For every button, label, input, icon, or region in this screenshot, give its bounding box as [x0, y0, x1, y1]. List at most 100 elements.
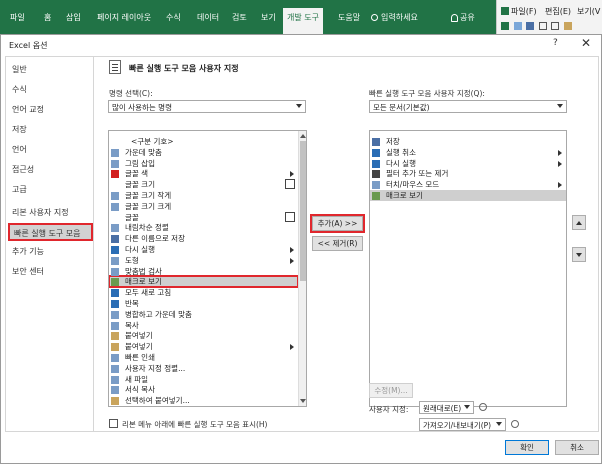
commands-scrollbar[interactable] — [298, 131, 306, 406]
chevron-down-icon — [296, 104, 302, 108]
qat-command-item[interactable]: 터치/마우스 모드 — [370, 179, 566, 190]
submenu-arrow-icon — [558, 182, 562, 189]
modify-button[interactable]: 수정(M)... — [369, 383, 413, 398]
tab-review[interactable]: 검토 — [232, 12, 247, 23]
nav-accessibility[interactable]: 접근성 — [12, 164, 34, 175]
command-item[interactable]: 서식 복사 — [109, 384, 298, 395]
command-item-label: 매크로 보기 — [125, 277, 162, 287]
command-item[interactable]: 글꼴 — [109, 211, 298, 223]
nav-proofing[interactable]: 언어 교정 — [12, 104, 44, 115]
tell-me-search[interactable]: 입력하세요 — [371, 12, 418, 23]
close-button[interactable]: ✕ — [581, 36, 591, 50]
command-item-label: 붙여넣기 — [125, 331, 153, 341]
qat-command-item[interactable]: 매크로 보기 — [370, 190, 566, 201]
command-item[interactable]: 다른 이름으로 저장 — [109, 233, 298, 244]
help-button[interactable]: ? — [553, 38, 558, 48]
command-item[interactable]: <구분 기호> — [109, 136, 298, 147]
qat-command-item[interactable]: 저장 — [370, 136, 566, 147]
command-item-label: 글꼴 크기 — [125, 180, 155, 190]
ok-button[interactable]: 확인 — [505, 440, 549, 455]
command-item[interactable]: 그림 삽입 — [109, 158, 298, 169]
import-export-dropdown[interactable]: 가져오기/내보내기(P) — [419, 418, 506, 431]
qat-commands-list[interactable]: 매크로 보기 터치/마우스 모드 필터 추가 또는 제거 다시 실행 실행 취소 저장 — [369, 130, 567, 407]
tab-formulas[interactable]: 수식 — [166, 12, 181, 23]
tab-page-layout[interactable]: 페이지 레이아웃 — [97, 12, 151, 23]
excel-icon[interactable] — [501, 21, 509, 30]
command-item[interactable]: 글꼴 크기 — [109, 179, 298, 190]
qat-command-item[interactable]: 실행 취소 — [370, 147, 566, 158]
nav-customize-ribbon[interactable]: 리본 사용자 지정 — [12, 207, 69, 218]
insert-icon[interactable] — [513, 21, 522, 30]
share-button[interactable]: 공유 — [451, 12, 475, 23]
command-item[interactable]: 다시 실행 — [109, 244, 298, 255]
submenu-arrow-icon — [558, 149, 562, 156]
paste-icon[interactable] — [563, 21, 572, 30]
nav-add-ins[interactable]: 추가 기능 — [12, 246, 44, 257]
move-up-button[interactable] — [572, 215, 586, 230]
nav-trust-center[interactable]: 보안 센터 — [12, 266, 44, 277]
tab-file[interactable]: 파일 — [10, 12, 25, 23]
info-icon — [479, 403, 487, 411]
remove-button[interactable]: << 제거(R) — [312, 236, 363, 251]
show-below-ribbon-checkbox[interactable] — [109, 419, 118, 428]
copy-icon[interactable] — [551, 21, 560, 30]
menu-file[interactable]: 파일(F) — [511, 6, 537, 17]
qat-command-item[interactable]: 다시 실행 — [370, 158, 566, 169]
command-item[interactable]: 빠른 인쇄 — [109, 352, 298, 363]
command-item-label: 가운데 맞춤 — [125, 147, 162, 157]
command-item[interactable]: 복사 — [109, 320, 298, 331]
submenu-arrow-icon — [290, 171, 294, 178]
command-item[interactable]: 매크로 보기 — [109, 275, 299, 289]
tab-help[interactable]: 도움말 — [338, 12, 360, 23]
vba-excel-icon[interactable] — [501, 6, 511, 15]
command-item[interactable]: 사용자 지정 정렬... — [109, 363, 298, 374]
command-item[interactable]: 모두 새로 고침 — [109, 287, 298, 298]
cancel-button[interactable]: 취소 — [555, 440, 599, 455]
qat-command-item-label: 다시 실행 — [386, 158, 416, 168]
nav-save[interactable]: 저장 — [12, 124, 27, 135]
filter-icon — [372, 170, 380, 179]
nav-advanced[interactable]: 고급 — [12, 184, 27, 195]
tab-developer[interactable]: 개발 도구 — [283, 8, 323, 34]
command-item[interactable]: 선택하여 붙여넣기... — [109, 395, 298, 406]
customize-qat-dropdown[interactable]: 모든 문서(기본값) — [369, 100, 567, 113]
command-item[interactable]: 글꼴 크기 크게 — [109, 201, 298, 212]
submenu-arrow-icon — [290, 247, 294, 253]
tab-insert[interactable]: 삽입 — [66, 12, 81, 23]
tab-data[interactable]: 데이터 — [197, 12, 219, 23]
reset-dropdown[interactable]: 원래대로(E) — [419, 401, 474, 414]
menu-view[interactable]: 보기(V — [577, 6, 600, 17]
command-item-label: 도형 — [125, 255, 139, 265]
command-item[interactable]: 맞춤법 검사 — [109, 266, 298, 277]
tab-home[interactable]: 홈 — [44, 12, 51, 23]
available-commands-list[interactable]: 선택하여 붙여넣기... 서식 복사 새 파일 사용자 지정 정렬... 빠른 인쇄 붙여… — [108, 130, 307, 407]
command-item[interactable]: 붙여넣기 — [109, 330, 298, 341]
add-button[interactable]: 추가(A) >> — [310, 214, 365, 233]
command-item[interactable]: 글꼴 크기 작게 — [109, 190, 298, 201]
move-down-button[interactable] — [572, 247, 586, 262]
choose-commands-dropdown[interactable]: 많이 사용하는 명령 — [108, 100, 306, 113]
nav-quick-access-toolbar[interactable]: 빠른 실행 도구 모음 — [8, 223, 93, 241]
nav-language[interactable]: 언어 — [12, 144, 27, 155]
scroll-down-icon[interactable] — [300, 399, 306, 403]
command-item[interactable]: 가운데 맞춤 — [109, 147, 298, 158]
person-icon — [451, 13, 458, 22]
command-item[interactable]: 병합하고 가운데 맞춤 — [109, 309, 298, 320]
command-item[interactable]: 반복 — [109, 298, 298, 309]
refresh-icon — [111, 289, 119, 298]
nav-formulas[interactable]: 수식 — [12, 84, 27, 95]
command-item[interactable]: 새 파일 — [109, 374, 298, 385]
command-item[interactable]: 내림차순 정렬 — [109, 222, 298, 233]
tab-view[interactable]: 보기 — [261, 12, 276, 23]
qat-command-item[interactable]: 필터 추가 또는 제거 — [370, 168, 566, 179]
cut-icon[interactable] — [538, 21, 547, 30]
command-item[interactable]: 붙여넣기 — [109, 341, 298, 352]
nav-general[interactable]: 일반 — [12, 64, 27, 75]
menu-edit[interactable]: 편집(E) — [545, 6, 571, 17]
chevron-down-icon — [496, 422, 502, 426]
command-item[interactable]: 글꼴 색 — [109, 168, 298, 179]
save-icon[interactable] — [526, 21, 535, 30]
scroll-up-icon[interactable] — [300, 134, 306, 138]
command-item[interactable]: 도형 — [109, 255, 298, 266]
scroll-thumb[interactable] — [300, 141, 306, 281]
